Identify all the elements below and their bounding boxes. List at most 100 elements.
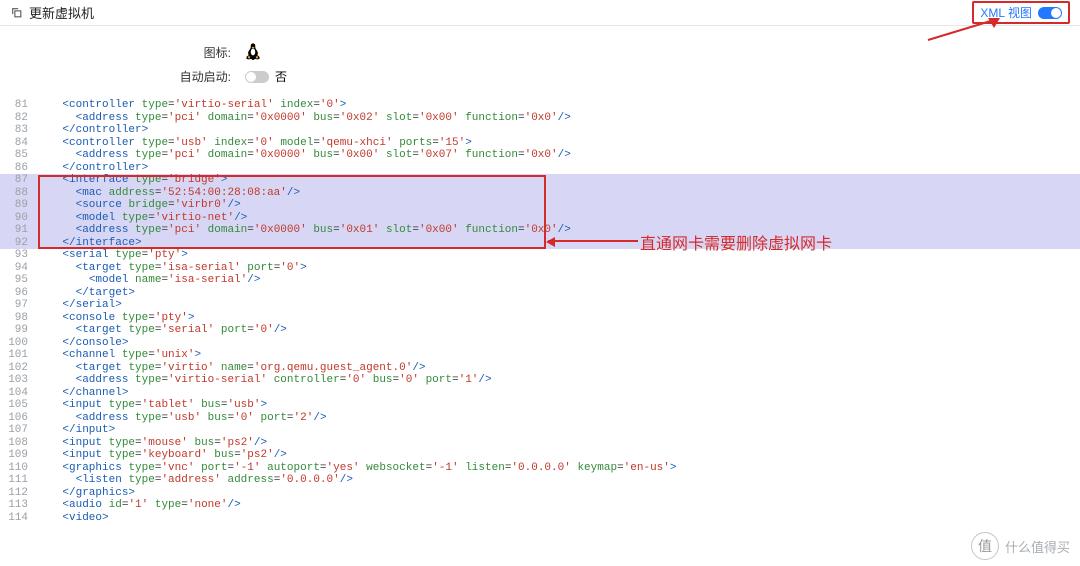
line-number: 88 <box>0 187 36 200</box>
code-content[interactable]: <serial type='pty'> <box>36 249 1080 262</box>
code-line[interactable]: 112 </graphics> <box>0 487 1080 500</box>
line-number: 90 <box>0 212 36 225</box>
code-line[interactable]: 93 <serial type='pty'> <box>0 249 1080 262</box>
watermark: 值 什么值得买 <box>971 532 1070 560</box>
code-line[interactable]: 102 <target type='virtio' name='org.qemu… <box>0 362 1080 375</box>
code-content[interactable]: </channel> <box>36 387 1080 400</box>
code-content[interactable]: <input type='mouse' bus='ps2'/> <box>36 437 1080 450</box>
code-line[interactable]: 101 <channel type='unix'> <box>0 349 1080 362</box>
code-line[interactable]: 87 <interface type='bridge'> <box>0 174 1080 187</box>
code-content[interactable]: <source bridge='virbr0'/> <box>36 199 1080 212</box>
code-line[interactable]: 91 <address type='pci' domain='0x0000' b… <box>0 224 1080 237</box>
code-line[interactable]: 114 <video> <box>0 512 1080 525</box>
code-content[interactable]: </interface> <box>36 237 1080 250</box>
code-content[interactable]: </serial> <box>36 299 1080 312</box>
code-line[interactable]: 98 <console type='pty'> <box>0 312 1080 325</box>
line-number: 107 <box>0 424 36 437</box>
annotation-arrow <box>548 240 638 242</box>
code-line[interactable]: 100 </console> <box>0 337 1080 350</box>
code-content[interactable]: <address type='pci' domain='0x0000' bus=… <box>36 224 1080 237</box>
code-line[interactable]: 84 <controller type='usb' index='0' mode… <box>0 137 1080 150</box>
code-line[interactable]: 113 <audio id='1' type='none'/> <box>0 499 1080 512</box>
code-content[interactable]: <listen type='address' address='0.0.0.0'… <box>36 474 1080 487</box>
code-line[interactable]: 99 <target type='serial' port='0'/> <box>0 324 1080 337</box>
code-content[interactable]: <address type='virtio-serial' controller… <box>36 374 1080 387</box>
code-content[interactable]: <console type='pty'> <box>36 312 1080 325</box>
code-content[interactable]: <model name='isa-serial'/> <box>36 274 1080 287</box>
code-content[interactable]: <graphics type='vnc' port='-1' autoport=… <box>36 462 1080 475</box>
code-line[interactable]: 105 <input type='tablet' bus='usb'> <box>0 399 1080 412</box>
code-line[interactable]: 90 <model type='virtio-net'/> <box>0 212 1080 225</box>
autostart-row: 自动启动: 否 <box>0 68 1080 85</box>
code-line[interactable]: 109 <input type='keyboard' bus='ps2'/> <box>0 449 1080 462</box>
code-line[interactable]: 94 <target type='isa-serial' port='0'> <box>0 262 1080 275</box>
code-content[interactable]: <controller type='virtio-serial' index='… <box>36 99 1080 112</box>
line-number: 113 <box>0 499 36 512</box>
line-number: 95 <box>0 274 36 287</box>
line-number: 108 <box>0 437 36 450</box>
line-number: 102 <box>0 362 36 375</box>
code-line[interactable]: 110 <graphics type='vnc' port='-1' autop… <box>0 462 1080 475</box>
code-content[interactable]: <target type='isa-serial' port='0'> <box>36 262 1080 275</box>
code-content[interactable]: </controller> <box>36 162 1080 175</box>
xml-editor[interactable]: 81 <controller type='virtio-serial' inde… <box>0 99 1080 524</box>
code-content[interactable]: <target type='serial' port='0'/> <box>36 324 1080 337</box>
code-line[interactable]: 104 </channel> <box>0 387 1080 400</box>
line-number: 101 <box>0 349 36 362</box>
code-line[interactable]: 83 </controller> <box>0 124 1080 137</box>
code-line[interactable]: 107 </input> <box>0 424 1080 437</box>
code-content[interactable]: <address type='pci' domain='0x0000' bus=… <box>36 112 1080 125</box>
code-line[interactable]: 95 <model name='isa-serial'/> <box>0 274 1080 287</box>
code-content[interactable]: <channel type='unix'> <box>36 349 1080 362</box>
code-line[interactable]: 96 </target> <box>0 287 1080 300</box>
line-number: 85 <box>0 149 36 162</box>
code-content[interactable]: </console> <box>36 337 1080 350</box>
code-content[interactable]: <mac address='52:54:00:28:08:aa'/> <box>36 187 1080 200</box>
watermark-text: 什么值得买 <box>1005 537 1070 556</box>
code-content[interactable]: </graphics> <box>36 487 1080 500</box>
code-content[interactable]: </target> <box>36 287 1080 300</box>
code-line[interactable]: 82 <address type='pci' domain='0x0000' b… <box>0 112 1080 125</box>
xml-view-toggle-on[interactable] <box>1038 7 1062 19</box>
line-number: 84 <box>0 137 36 150</box>
code-content[interactable]: <address type='pci' domain='0x0000' bus=… <box>36 149 1080 162</box>
code-line[interactable]: 86 </controller> <box>0 162 1080 175</box>
code-content[interactable]: </input> <box>36 424 1080 437</box>
code-line[interactable]: 97 </serial> <box>0 299 1080 312</box>
code-line[interactable]: 111 <listen type='address' address='0.0.… <box>0 474 1080 487</box>
code-content[interactable]: <model type='virtio-net'/> <box>36 212 1080 225</box>
autostart-toggle-off[interactable] <box>245 71 269 83</box>
code-content[interactable]: <address type='usb' bus='0' port='2'/> <box>36 412 1080 425</box>
code-content[interactable]: <interface type='bridge'> <box>36 174 1080 187</box>
icon-row: 图标: <box>0 42 1080 62</box>
line-number: 91 <box>0 224 36 237</box>
autostart-label: 自动启动: <box>0 68 245 85</box>
code-content[interactable]: </controller> <box>36 124 1080 137</box>
line-number: 106 <box>0 412 36 425</box>
code-content[interactable]: <video> <box>36 512 1080 525</box>
code-line[interactable]: 103 <address type='virtio-serial' contro… <box>0 374 1080 387</box>
code-line[interactable]: 89 <source bridge='virbr0'/> <box>0 199 1080 212</box>
code-line[interactable]: 92 </interface> <box>0 237 1080 250</box>
autostart-value: 否 <box>275 68 287 85</box>
code-line[interactable]: 88 <mac address='52:54:00:28:08:aa'/> <box>0 187 1080 200</box>
line-number: 114 <box>0 512 36 525</box>
icon-label: 图标: <box>0 44 245 61</box>
line-number: 93 <box>0 249 36 262</box>
line-number: 89 <box>0 199 36 212</box>
code-line[interactable]: 85 <address type='pci' domain='0x0000' b… <box>0 149 1080 162</box>
annotation-text: 直通网卡需要删除虚拟网卡 <box>640 230 832 254</box>
line-number: 98 <box>0 312 36 325</box>
code-content[interactable]: <target type='virtio' name='org.qemu.gue… <box>36 362 1080 375</box>
line-number: 81 <box>0 99 36 112</box>
code-line[interactable]: 81 <controller type='virtio-serial' inde… <box>0 99 1080 112</box>
code-content[interactable]: <input type='keyboard' bus='ps2'/> <box>36 449 1080 462</box>
code-content[interactable]: <controller type='usb' index='0' model='… <box>36 137 1080 150</box>
code-content[interactable]: <audio id='1' type='none'/> <box>36 499 1080 512</box>
linux-icon[interactable] <box>245 42 261 62</box>
dialog-title: 更新虚拟机 <box>29 3 94 22</box>
code-content[interactable]: <input type='tablet' bus='usb'> <box>36 399 1080 412</box>
line-number: 112 <box>0 487 36 500</box>
code-line[interactable]: 106 <address type='usb' bus='0' port='2'… <box>0 412 1080 425</box>
code-line[interactable]: 108 <input type='mouse' bus='ps2'/> <box>0 437 1080 450</box>
